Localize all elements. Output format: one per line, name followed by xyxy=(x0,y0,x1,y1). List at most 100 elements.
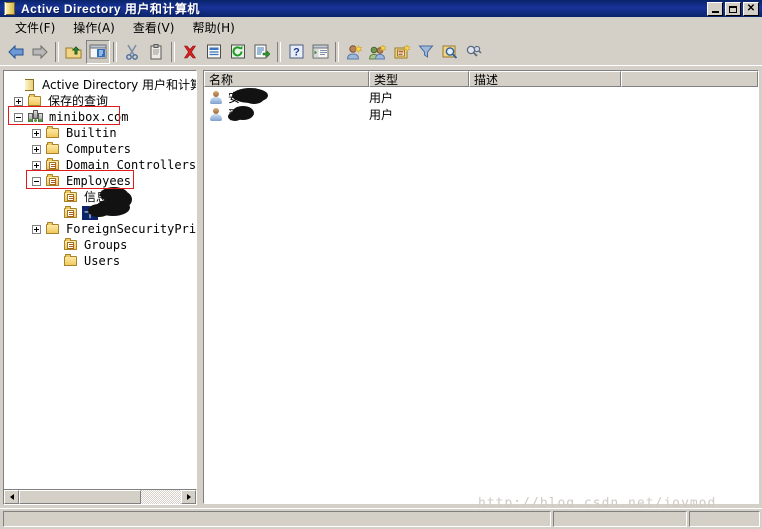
console-root-icon xyxy=(21,78,37,92)
ou-icon xyxy=(63,238,79,252)
folder-icon xyxy=(63,254,79,268)
menu-action[interactable]: 操作(A) xyxy=(64,17,124,38)
tree-node-label: ForeignSecurityPrincip xyxy=(66,222,197,236)
column-description[interactable]: 描述 xyxy=(469,71,621,87)
forward-icon[interactable] xyxy=(28,40,52,64)
window-title: Active Directory 用户和计算机 xyxy=(21,2,200,16)
scroll-track[interactable] xyxy=(141,490,181,504)
application-window: Active Directory 用户和计算机 ✕ 文件(F) 操作(A) 查看… xyxy=(0,0,762,529)
expander-minus-icon[interactable] xyxy=(32,176,41,186)
menu-help[interactable]: 帮助(H) xyxy=(183,17,243,38)
expander-plus-icon[interactable] xyxy=(32,160,41,170)
toolbar-separator xyxy=(277,41,281,62)
console-tree-pane[interactable]: Active Directory 用户和计算机 保存的查询 minibox.co… xyxy=(3,70,197,504)
tree-node-label: Employees xyxy=(66,174,132,188)
properties-icon[interactable] xyxy=(202,40,226,64)
new-group-icon[interactable] xyxy=(366,40,390,64)
tree-horizontal-scrollbar[interactable] xyxy=(3,489,197,505)
menu-file[interactable]: 文件(F) xyxy=(6,17,64,38)
tree-node-label: Domain Controllers xyxy=(66,158,197,172)
tree-node-builtin[interactable]: Builtin xyxy=(32,125,119,141)
tree-node-console-root[interactable]: Active Directory 用户和计算机 xyxy=(8,77,197,93)
minimize-button[interactable] xyxy=(707,2,723,16)
console-tree: Active Directory 用户和计算机 保存的查询 minibox.co… xyxy=(4,71,197,487)
column-name[interactable]: 名称 xyxy=(204,71,369,87)
tree-node-domain-controllers[interactable]: Domain Controllers xyxy=(32,157,197,173)
user-icon xyxy=(208,107,224,122)
find-icon[interactable] xyxy=(438,40,462,64)
show-hide-action-pane-icon[interactable] xyxy=(308,40,332,64)
column-type[interactable]: 类型 xyxy=(369,71,469,87)
tree-node-minibox-com[interactable]: minibox.com xyxy=(14,109,130,125)
filter-icon[interactable] xyxy=(414,40,438,64)
scroll-right-arrow[interactable] xyxy=(181,490,196,504)
console-icon xyxy=(3,2,16,15)
toolbar: ? xyxy=(0,38,762,66)
saved-query-icon[interactable] xyxy=(462,40,486,64)
tree-node-groups[interactable]: Groups xyxy=(50,237,129,253)
results-list-pane[interactable]: 名称 类型 描述 安 用户 翟 用户 xyxy=(203,70,759,504)
maximize-button[interactable] xyxy=(725,2,741,16)
tree-node-label: 保存的查询 xyxy=(48,94,109,108)
expander-plus-icon[interactable] xyxy=(32,128,41,138)
cut-icon[interactable] xyxy=(120,40,144,64)
table-row[interactable]: 翟 用户 xyxy=(204,106,758,123)
toolbar-separator xyxy=(171,41,175,62)
menu-bar: 文件(F) 操作(A) 查看(V) 帮助(H) xyxy=(0,17,762,38)
ou-icon xyxy=(63,190,79,204)
folder-icon xyxy=(45,142,61,156)
tree-node-users[interactable]: Users xyxy=(50,253,122,269)
delete-icon[interactable] xyxy=(178,40,202,64)
expander-plus-icon[interactable] xyxy=(32,144,41,154)
user-icon xyxy=(208,90,224,105)
expander-minus-icon[interactable] xyxy=(14,112,23,122)
title-bar: Active Directory 用户和计算机 ✕ xyxy=(0,0,762,17)
ou-icon xyxy=(63,206,79,220)
refresh-icon[interactable] xyxy=(226,40,250,64)
scroll-left-arrow[interactable] xyxy=(4,490,19,504)
show-hide-console-tree-icon[interactable] xyxy=(86,39,110,64)
menu-view[interactable]: 查看(V) xyxy=(124,17,184,38)
column-spare[interactable] xyxy=(621,71,758,87)
back-icon[interactable] xyxy=(4,40,28,64)
svg-text:?: ? xyxy=(293,47,300,59)
domain-icon xyxy=(27,110,44,124)
status-bar xyxy=(0,508,762,529)
close-button[interactable]: ✕ xyxy=(743,2,759,16)
redaction-blob xyxy=(228,112,242,121)
tree-node-label: Users xyxy=(84,254,121,268)
window-controls: ✕ xyxy=(707,2,759,16)
cell-type: 用户 xyxy=(369,108,394,122)
cell-type: 用户 xyxy=(369,91,394,105)
list-column-header: 名称 类型 描述 xyxy=(204,71,758,87)
tree-node-label: Builtin xyxy=(66,126,117,140)
up-one-level-icon[interactable] xyxy=(62,40,86,64)
tree-node-label: minibox.com xyxy=(49,110,129,124)
table-row[interactable]: 安 用户 xyxy=(204,89,758,106)
expander-plus-icon[interactable] xyxy=(14,96,23,106)
tree-node-foreign-security-principals[interactable]: ForeignSecurityPrincip xyxy=(32,221,197,237)
redaction-blob xyxy=(244,92,264,104)
status-panel-3 xyxy=(689,511,760,527)
tree-node-saved-queries[interactable]: 保存的查询 xyxy=(14,93,110,109)
export-list-icon[interactable] xyxy=(250,40,274,64)
help-icon[interactable]: ? xyxy=(284,40,308,64)
new-user-icon[interactable] xyxy=(342,40,366,64)
expander-plus-icon[interactable] xyxy=(32,224,41,234)
ou-icon xyxy=(45,158,61,172)
toolbar-separator xyxy=(335,41,339,62)
status-panel-2 xyxy=(553,511,687,527)
scroll-thumb[interactable] xyxy=(19,490,141,504)
toolbar-separator xyxy=(55,41,59,62)
tree-node-label: Active Directory 用户和计算机 xyxy=(42,78,197,92)
tree-node-computers[interactable]: Computers xyxy=(32,141,133,157)
folder-icon xyxy=(45,222,61,236)
folder-icon xyxy=(45,126,61,140)
status-panel-1 xyxy=(3,511,551,527)
redaction-blob xyxy=(88,204,110,217)
ou-icon xyxy=(45,174,61,188)
folder-icon xyxy=(27,94,43,108)
tree-node-label: Groups xyxy=(84,238,128,252)
copy-icon[interactable] xyxy=(144,40,168,64)
new-organizational-unit-icon[interactable] xyxy=(390,40,414,64)
